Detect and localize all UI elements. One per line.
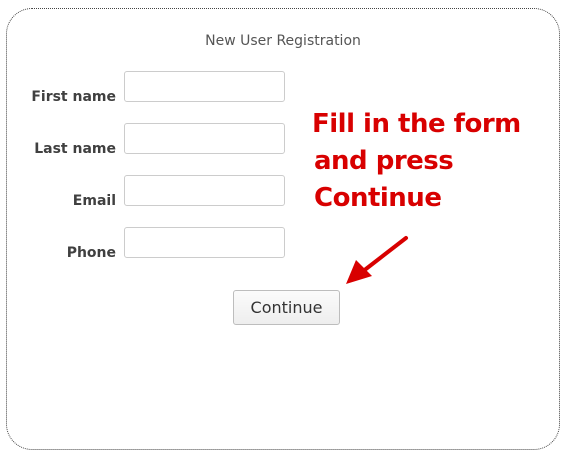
email-label: Email: [72, 193, 116, 209]
email-field[interactable]: [124, 175, 285, 206]
last-name-field[interactable]: [124, 123, 285, 154]
red-arrow-icon: [346, 236, 408, 284]
annotation-line-1: Fill in the form: [312, 109, 521, 139]
first-name-field[interactable]: [124, 71, 285, 102]
annotation-line-2: and press: [314, 146, 454, 176]
first-name-label: First name: [31, 89, 116, 105]
continue-button[interactable]: Continue: [233, 290, 340, 325]
annotation-line-3: Continue: [314, 183, 442, 213]
registration-panel: New User Registration First name Last na…: [6, 8, 560, 450]
phone-label: Phone: [66, 245, 116, 261]
form-title: New User Registration: [205, 33, 361, 49]
phone-field[interactable]: [124, 227, 285, 258]
last-name-label: Last name: [34, 141, 116, 157]
